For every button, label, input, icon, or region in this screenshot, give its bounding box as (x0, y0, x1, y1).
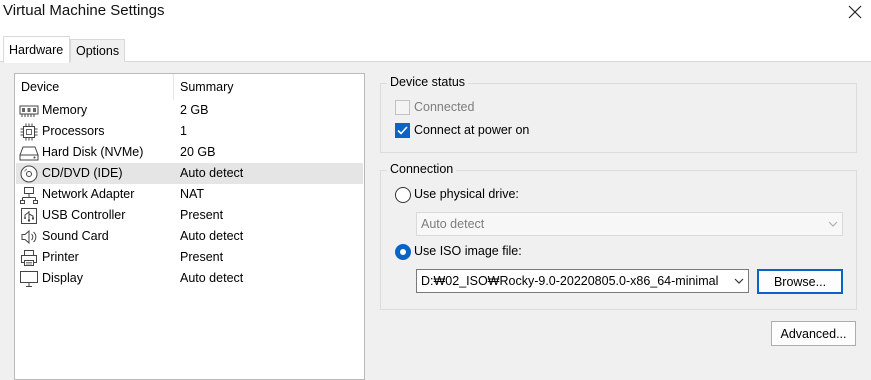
usb-icon (19, 206, 39, 225)
column-header-device[interactable]: Device (15, 74, 174, 100)
device-row-sound-card[interactable]: Sound Card Auto detect (16, 226, 363, 247)
device-row-display[interactable]: Display Auto detect (16, 268, 363, 289)
device-name: Memory (42, 103, 88, 117)
tab-hardware-label: Hardware (9, 43, 64, 57)
connected-checkbox[interactable] (395, 100, 410, 115)
device-summary: Auto detect (180, 271, 244, 285)
device-summary: Present (180, 208, 224, 222)
network-adapter-icon (19, 185, 39, 204)
checkmark-icon (397, 126, 408, 135)
device-list-header: Device Summary (15, 74, 364, 100)
device-row-usb-controller[interactable]: USB Controller Present (16, 205, 363, 226)
display-icon (19, 269, 39, 288)
use-physical-drive-label: Use physical drive: (414, 187, 519, 201)
use-iso-image-radio[interactable] (395, 244, 411, 260)
device-name: CD/DVD (IDE) (42, 166, 123, 180)
tab-options-label: Options (76, 44, 120, 58)
advanced-button[interactable]: Advanced... (771, 321, 856, 346)
iso-image-path-combobox[interactable]: D:₩02_ISO₩Rocky-9.0-20220805.0-x86_64-mi… (416, 269, 749, 293)
use-iso-image-label: Use ISO image file: (414, 244, 522, 258)
connected-label: Connected (414, 100, 475, 114)
connection-group: Connection Use physical drive: Auto dete… (380, 162, 857, 310)
device-list: Device Summary Memory 2 GB Processors 1 … (14, 73, 365, 380)
device-summary: 2 GB (180, 103, 209, 117)
device-row-printer[interactable]: Printer Present (16, 247, 363, 268)
physical-drive-select[interactable]: Auto detect (416, 212, 843, 236)
device-row-processors[interactable]: Processors 1 (16, 121, 363, 142)
connect-at-power-on-label: Connect at power on (414, 123, 530, 137)
tab-hardware[interactable]: Hardware (3, 36, 70, 63)
hardware-tab-content: Device Summary Memory 2 GB Processors 1 … (0, 62, 871, 380)
memory-icon (19, 101, 39, 120)
tab-strip: Hardware Options (0, 36, 871, 63)
device-summary: 1 (180, 124, 187, 138)
connection-title: Connection (387, 162, 457, 176)
connect-at-power-on-checkbox[interactable] (395, 123, 410, 138)
use-physical-drive-radio[interactable] (395, 187, 411, 203)
printer-icon (19, 248, 39, 267)
device-name: Network Adapter (42, 187, 135, 201)
processor-icon (19, 122, 39, 141)
title-bar: Virtual Machine Settings (0, 0, 871, 26)
device-row-cd-dvd[interactable]: CD/DVD (IDE) Auto detect (16, 163, 363, 184)
chevron-down-icon (734, 278, 744, 284)
device-summary: Auto detect (180, 229, 244, 243)
close-icon (848, 5, 862, 19)
cd-dvd-icon (19, 164, 39, 183)
device-row-network-adapter[interactable]: Network Adapter NAT (16, 184, 363, 205)
device-summary: 20 GB (180, 145, 216, 159)
window-title: Virtual Machine Settings (3, 2, 165, 19)
device-row-memory[interactable]: Memory 2 GB (16, 100, 363, 121)
browse-button-label: Browse... (773, 274, 827, 289)
device-name: Sound Card (42, 229, 109, 243)
device-name: Printer (42, 250, 79, 264)
physical-drive-value: Auto detect (421, 217, 485, 231)
device-summary: Auto detect (180, 166, 244, 180)
hard-disk-icon (19, 143, 39, 162)
browse-button[interactable]: Browse... (757, 269, 843, 294)
advanced-button-label: Advanced... (780, 326, 847, 341)
device-name: Display (42, 271, 83, 285)
sound-card-icon (19, 227, 39, 246)
column-header-summary[interactable]: Summary (174, 74, 364, 100)
device-summary: Present (180, 250, 224, 264)
device-row-hard-disk[interactable]: Hard Disk (NVMe) 20 GB (16, 142, 363, 163)
tab-options[interactable]: Options (70, 39, 125, 62)
device-status-title: Device status (387, 75, 469, 89)
device-name: USB Controller (42, 208, 126, 222)
close-button[interactable] (841, 0, 869, 24)
chevron-down-icon (828, 221, 838, 227)
iso-image-path-value: D:₩02_ISO₩Rocky-9.0-20220805.0-x86_64-mi… (421, 274, 719, 288)
device-name: Processors (42, 124, 105, 138)
device-name: Hard Disk (NVMe) (42, 145, 144, 159)
device-status-group: Device status Connected Connect at power… (380, 75, 857, 153)
device-summary: NAT (180, 187, 205, 201)
